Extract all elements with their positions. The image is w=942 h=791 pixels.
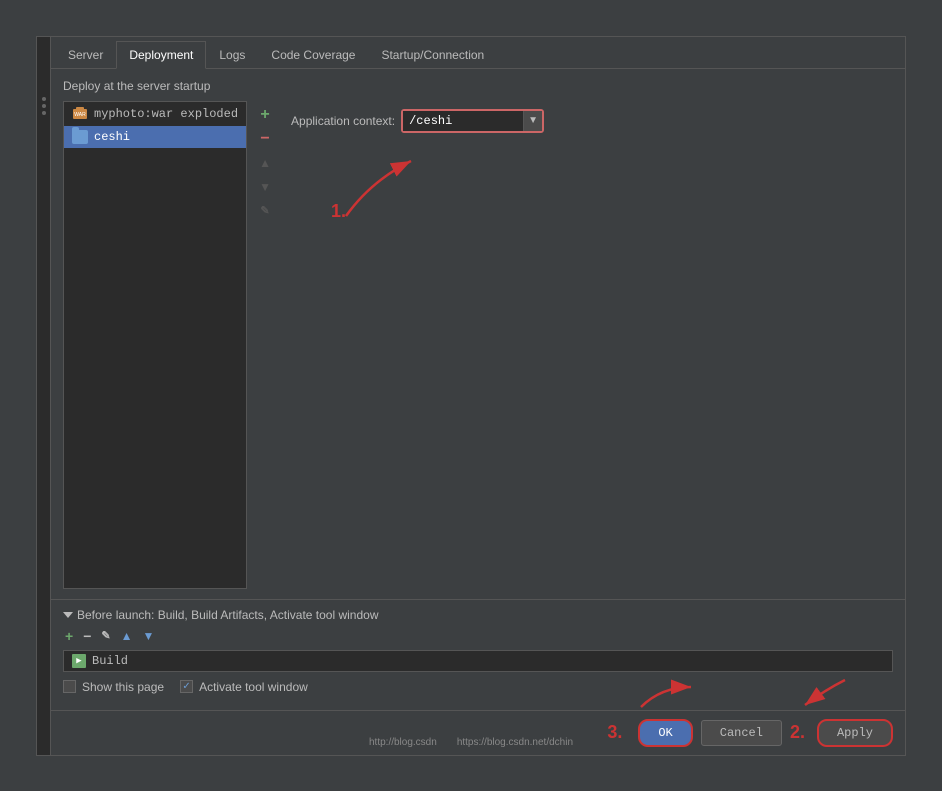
tab-server[interactable]: Server (55, 41, 116, 68)
activate-window-checkbox-item[interactable]: Activate tool window (180, 680, 308, 694)
show-page-label: Show this page (82, 680, 164, 694)
cancel-button[interactable]: Cancel (701, 720, 782, 746)
context-panel: Application context: ▼ 1. (291, 101, 893, 589)
artifact-name-war: myphoto:war exploded (94, 107, 238, 121)
show-page-checkbox-item[interactable]: Show this page (63, 680, 164, 694)
side-dot (42, 104, 46, 108)
arrow-1 (291, 141, 491, 261)
tab-logs[interactable]: Logs (206, 41, 258, 68)
artifact-item-ceshi[interactable]: ceshi (64, 126, 246, 148)
move-up-button[interactable]: ▲ (255, 153, 275, 173)
svg-text:WAR: WAR (74, 112, 86, 118)
side-dot (42, 111, 46, 115)
artifact-name-ceshi: ceshi (94, 130, 130, 144)
application-context-label: Application context: (291, 114, 395, 128)
move-down-button[interactable]: ▼ (255, 177, 275, 197)
tab-code-coverage[interactable]: Code Coverage (258, 41, 368, 68)
activate-window-checkbox[interactable] (180, 680, 193, 693)
apply-button[interactable]: Apply (817, 719, 893, 747)
before-launch-section: Before launch: Build, Build Artifacts, A… (51, 599, 905, 710)
activate-window-label: Activate tool window (199, 680, 308, 694)
artifact-item-war[interactable]: WAR myphoto:war exploded (64, 102, 246, 126)
dialog-buttons: 3. OK Cancel 2. (51, 710, 905, 755)
show-page-checkbox[interactable] (63, 680, 76, 693)
artifact-toolbar: + − ▲ ▼ ✎ (251, 101, 279, 589)
collapse-triangle[interactable] (63, 612, 73, 618)
annotation-3: 3. (607, 722, 622, 743)
edit-artifact-button[interactable]: ✎ (255, 201, 275, 221)
build-label: Build (92, 654, 128, 668)
context-dropdown-button[interactable]: ▼ (523, 111, 542, 131)
tab-startup-connection[interactable]: Startup/Connection (368, 41, 497, 68)
bl-add-button[interactable]: + (63, 628, 75, 644)
context-row: Application context: ▼ (291, 109, 893, 133)
war-icon: WAR (72, 106, 88, 122)
artifact-list: WAR myphoto:war exploded ceshi (64, 102, 246, 588)
context-input[interactable] (403, 111, 523, 131)
bl-up-button[interactable]: ▲ (119, 629, 135, 643)
add-artifact-button[interactable]: + (255, 105, 275, 125)
deploy-label: Deploy at the server startup (63, 79, 893, 93)
tab-bar: Server Deployment Logs Code Coverage Sta… (51, 37, 905, 69)
ok-button[interactable]: OK (638, 719, 692, 747)
build-list-item[interactable]: ▶ Build (64, 651, 892, 671)
build-list: ▶ Build (63, 650, 893, 672)
artifact-list-panel: WAR myphoto:war exploded ceshi (63, 101, 247, 589)
before-launch-label: Before launch: Build, Build Artifacts, A… (77, 608, 379, 622)
build-icon: ▶ (72, 654, 86, 668)
annotation-2: 2. (790, 722, 805, 743)
before-launch-header: Before launch: Build, Build Artifacts, A… (63, 608, 893, 622)
folder-icon (72, 130, 88, 144)
tab-deployment[interactable]: Deployment (116, 41, 206, 69)
bl-edit-button[interactable]: ✎ (99, 629, 112, 642)
bl-remove-button[interactable]: − (81, 628, 93, 644)
side-dot (42, 97, 46, 101)
context-input-wrap: ▼ (401, 109, 544, 133)
remove-artifact-button[interactable]: − (255, 129, 275, 149)
before-launch-toolbar: + − ✎ ▲ ▼ (63, 628, 893, 644)
bl-down-button[interactable]: ▼ (140, 629, 156, 643)
annotation-1: 1. (331, 201, 346, 222)
sidebar (37, 37, 51, 755)
checkbox-row: Show this page Activate tool window (63, 680, 893, 694)
